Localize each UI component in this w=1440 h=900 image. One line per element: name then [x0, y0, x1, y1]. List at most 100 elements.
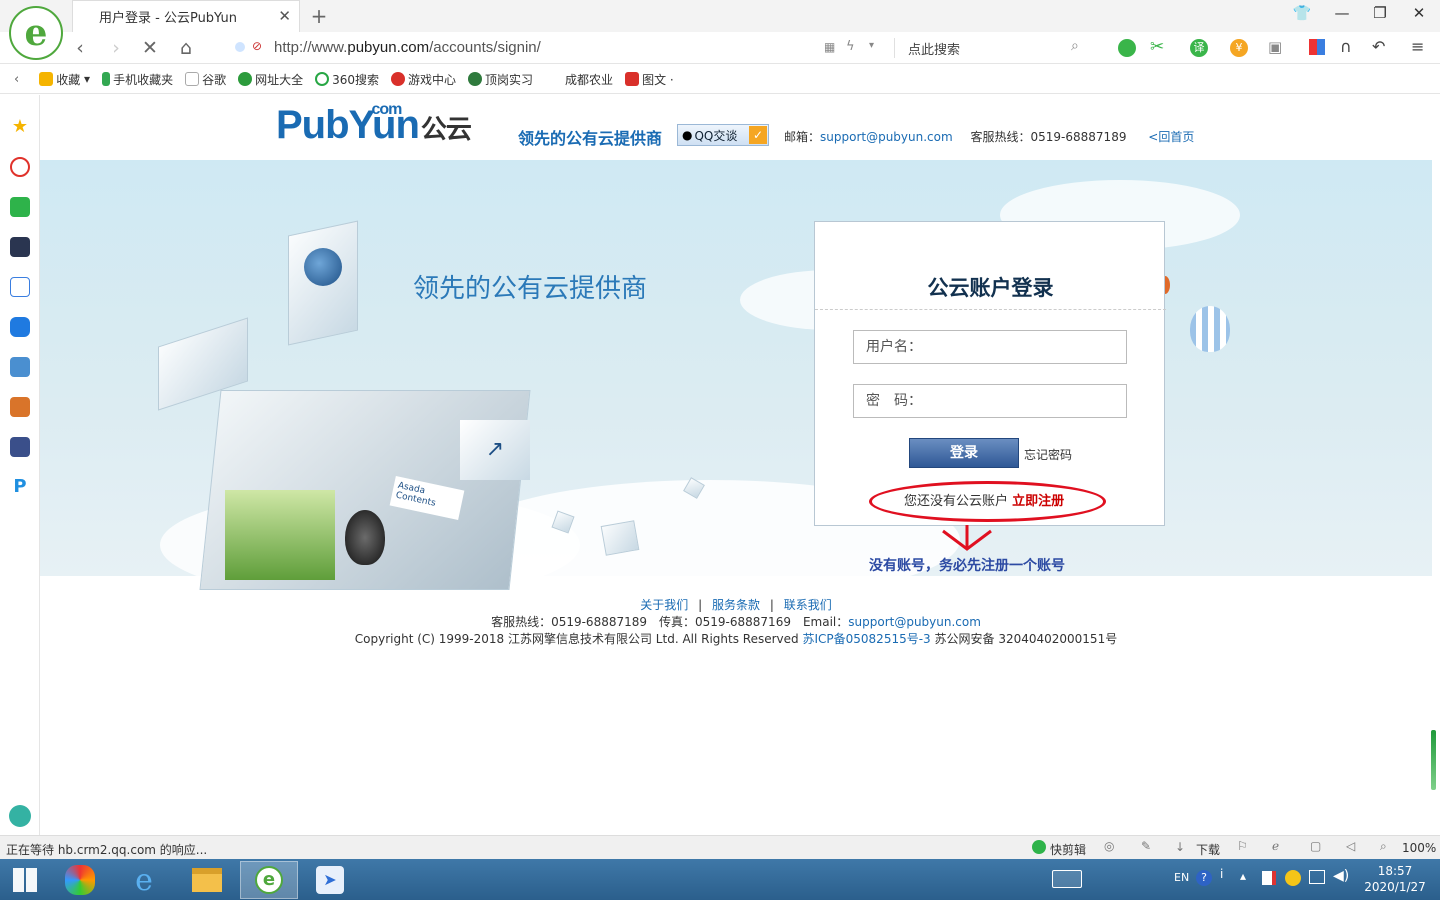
wechat-icon[interactable] — [1118, 39, 1136, 57]
ime-icon[interactable]: ⅰ — [1220, 867, 1223, 881]
footer-email-link[interactable]: support@pubyun.com — [848, 615, 981, 629]
speed-icon[interactable]: ◎ — [1104, 839, 1114, 853]
icp-link[interactable]: 苏ICP备05082515号-3 — [802, 632, 930, 646]
browser-logo-icon[interactable]: e — [9, 6, 63, 60]
image-icon[interactable]: ▣ — [1268, 38, 1282, 56]
qr-code-icon[interactable]: ▦ — [824, 40, 835, 54]
taskbar-app-explorer[interactable] — [180, 861, 234, 899]
game-app-icon-1[interactable] — [10, 357, 30, 377]
restore-button[interactable]: ❐ — [1365, 4, 1395, 26]
download-icon[interactable]: ↓ — [1175, 840, 1185, 854]
search-icon[interactable]: ⌕ — [1071, 38, 1079, 54]
favorites-star-icon[interactable]: ★ — [10, 117, 30, 137]
address-input[interactable]: http://www.pubyun.com/accounts/signin/ — [274, 39, 541, 56]
display-icon[interactable] — [1309, 870, 1325, 884]
window-icon[interactable]: ▢ — [1310, 839, 1321, 853]
network-warning-icon[interactable] — [1262, 871, 1276, 885]
document-icon[interactable] — [10, 277, 30, 297]
password-input[interactable]: 密 码： — [853, 384, 1127, 418]
skin-icon[interactable]: 👕 — [1287, 4, 1317, 26]
close-window-button[interactable]: ✕ — [1404, 4, 1434, 26]
system-clock[interactable]: 18:57 2020/1/27 — [1362, 863, 1428, 895]
search-input[interactable]: 点此搜索 — [908, 39, 960, 58]
taskbar-app-feishu[interactable]: ➤ — [303, 861, 357, 899]
pin-icon[interactable]: ✎ — [1141, 839, 1151, 853]
site-info-icon[interactable] — [235, 42, 245, 52]
login-button[interactable]: 登录 — [909, 438, 1019, 468]
forward-icon[interactable]: › — [104, 36, 128, 60]
menu-icon[interactable]: ≡ — [1411, 37, 1424, 56]
chevron-down-icon[interactable]: ▾ — [869, 40, 874, 51]
p-app-icon[interactable]: P — [10, 477, 30, 497]
page-scrollbar[interactable] — [1431, 730, 1436, 790]
forgot-password-link[interactable]: 忘记密码 — [1024, 446, 1072, 463]
security-app-icon[interactable] — [1285, 870, 1301, 886]
qq-chat-button[interactable]: ● QQ交谈 ✓ — [677, 124, 769, 146]
bookmark-google[interactable]: 谷歌 — [185, 71, 226, 88]
volume-icon[interactable]: ◁ — [1346, 839, 1355, 853]
start-button[interactable] — [0, 861, 50, 899]
mail-icon[interactable] — [10, 197, 30, 217]
stop-loading-icon[interactable]: ✕ — [138, 36, 162, 60]
minimize-button[interactable]: — — [1327, 4, 1357, 26]
zoom-icon[interactable]: ⌕ — [1380, 839, 1387, 854]
taskbar-app-360browser[interactable]: e — [240, 861, 298, 899]
keyboard-icon[interactable] — [1052, 870, 1082, 888]
global-times-icon[interactable] — [10, 237, 30, 257]
taskbar-app-ie[interactable]: e — [117, 861, 171, 899]
bookmark-360-search[interactable]: 360搜索 — [315, 71, 379, 88]
bookmark-directory[interactable]: 网址大全 — [238, 71, 303, 88]
new-tab-button[interactable]: + — [308, 4, 330, 28]
coupon-icon[interactable]: ¥ — [1230, 39, 1248, 57]
chat-icon[interactable] — [10, 317, 30, 337]
username-input[interactable]: 用户名： — [853, 330, 1127, 364]
game-app-icon-3[interactable] — [10, 437, 30, 457]
banner-title: 领先的公有云提供商 — [413, 274, 648, 304]
navigation-bar: ‹ › ✕ ⌂ ⊘ http://www.pubyun.com/accounts… — [0, 32, 1440, 64]
bookmark-games[interactable]: 游戏中心 — [391, 71, 456, 88]
tray-expand-icon[interactable]: ▴ — [1240, 869, 1246, 883]
header-contact: 邮箱：support@pubyun.com 客服热线：0519-68887189… — [784, 128, 1194, 145]
weibo-icon[interactable] — [10, 157, 30, 177]
bookmark-chengdu-agri[interactable]: 成都农业 — [565, 71, 613, 88]
tab-close-icon[interactable]: ✕ — [278, 7, 291, 25]
zoom-level[interactable]: 100% — [1402, 841, 1436, 855]
footer-separator: | — [698, 598, 703, 612]
bookmark-favorites[interactable]: 收藏 ▾ — [39, 71, 90, 88]
terms-link[interactable]: 服务条款 — [712, 598, 760, 612]
download-button[interactable]: 下载 — [1196, 841, 1220, 858]
quick-clip-button[interactable]: 快剪辑 — [1050, 841, 1086, 858]
bookmark-mobile[interactable]: 手机收藏夹 — [102, 71, 173, 88]
lightning-icon[interactable]: ϟ — [846, 39, 855, 54]
browser-sidebar: ★ P — [0, 95, 40, 835]
bookmark-label: 成都农业 — [565, 72, 614, 87]
speaker-icon[interactable]: ◀) — [1333, 868, 1349, 884]
site-logo[interactable]: PubYun .com 公云 — [276, 101, 472, 148]
translate-icon[interactable]: 译 — [1190, 39, 1208, 57]
tab-active[interactable]: 用户登录 - 公云PubYun ✕ — [72, 0, 300, 32]
scissors-icon[interactable]: ✂ — [1150, 37, 1164, 57]
sidebar-add-icon[interactable] — [9, 805, 31, 827]
about-us-link[interactable]: 关于我们 — [640, 598, 688, 612]
bookmark-news[interactable]: 图文 · — [625, 71, 674, 88]
bookmark-internship[interactable]: 顶岗实习 — [468, 71, 533, 88]
taskbar-app-colorful[interactable] — [53, 861, 107, 899]
ie-mode-icon[interactable]: ℯ — [1272, 839, 1279, 853]
home-icon[interactable]: ⌂ — [174, 36, 198, 60]
contact-us-link[interactable]: 联系我们 — [784, 598, 832, 612]
apps-icon[interactable] — [1309, 39, 1325, 55]
flag-icon[interactable]: ⚐ — [1237, 839, 1248, 853]
home-link[interactable]: <回首页 — [1148, 130, 1194, 144]
site-footer: 关于我们 | 服务条款 | 联系我们 客服热线：0519-68887189 传真… — [40, 597, 1432, 648]
bookmark-label: 谷歌 — [202, 72, 227, 87]
bookmarks-collapse-icon[interactable]: ‹ — [14, 72, 19, 87]
help-icon[interactable]: ? — [1196, 870, 1212, 886]
play-icon[interactable] — [1032, 840, 1046, 854]
undo-icon[interactable]: ↶ — [1372, 37, 1385, 56]
headphones-icon[interactable]: ∩ — [1340, 37, 1352, 56]
security-warning-icon[interactable]: ⊘ — [252, 39, 262, 53]
back-icon[interactable]: ‹ — [68, 36, 92, 60]
input-language[interactable]: EN — [1174, 871, 1189, 884]
game-app-icon-2[interactable] — [10, 397, 30, 417]
email-link[interactable]: support@pubyun.com — [820, 130, 953, 144]
